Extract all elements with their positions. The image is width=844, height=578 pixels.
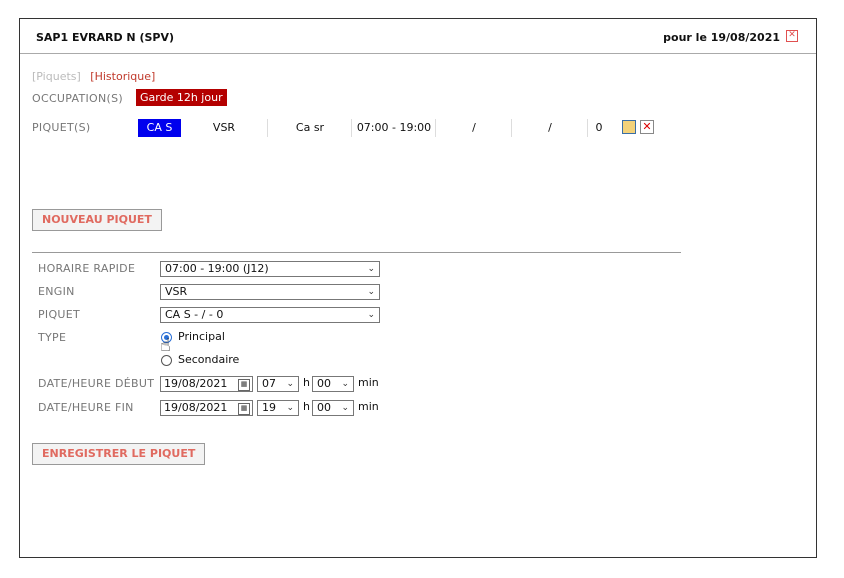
debut-date-value: 19/08/2021 [164,377,228,390]
engin-value: VSR [165,285,188,298]
piquet-slash-1: / [435,119,512,137]
date-label: pour le 19/08/2021 [663,31,780,44]
chevron-down-icon: ⌄ [341,403,349,413]
secondaire-label: Secondaire [178,353,240,366]
debut-hour-select[interactable]: 07 ⌄ [257,376,299,392]
debut-minute-select[interactable]: 00 ⌄ [312,376,354,392]
fin-date-input[interactable]: 19/08/2021 ▦ [160,400,253,416]
link-historique[interactable]: [Historique] [90,70,155,83]
nouveau-piquet-button[interactable]: NOUVEAU PIQUET [32,209,162,231]
horaire-label: HORAIRE RAPIDE [38,262,136,275]
hour-unit: h [303,400,310,413]
occupation-badge: Garde 12h jour [136,89,227,106]
enregistrer-piquet-button[interactable]: ENREGISTRER LE PIQUET [32,443,206,465]
piquet-select[interactable]: CA S - / - 0 ⌄ [160,307,380,323]
piquet-slash-2: / [511,119,588,137]
chevron-down-icon: ⌄ [341,379,349,389]
dialog-title: SAP1 EVRARD N (SPV) [36,31,175,44]
edit-icon[interactable] [622,120,636,134]
close-icon[interactable]: ✕ [786,30,798,42]
chevron-down-icon: ⌄ [367,287,375,297]
debut-hour-value: 07 [262,377,276,390]
minute-unit: min [358,376,379,389]
calendar-icon[interactable]: ▦ [238,379,250,391]
piquet-label: PIQUET [38,308,81,321]
calendar-icon[interactable]: ▦ [238,403,250,415]
debut-date-input[interactable]: 19/08/2021 ▦ [160,376,253,392]
piquet-count: 0 [587,119,610,137]
piquet-value: CA S - / - 0 [165,308,224,321]
chevron-down-icon: ⌄ [367,264,375,274]
engin-select[interactable]: VSR ⌄ [160,284,380,300]
fin-date-value: 19/08/2021 [164,401,228,414]
piquet-role: Ca sr [267,119,352,137]
hand-cursor-icon: ☝ [160,335,171,356]
occupation-label: OCCUPATION(S) [32,92,123,105]
piquet-hours: 07:00 - 19:00 [351,119,436,137]
horaire-select[interactable]: 07:00 - 19:00 (J12) ⌄ [160,261,380,277]
dialog-header: SAP1 EVRARD N (SPV) pour le 19/08/2021 ✕ [20,19,816,54]
chevron-down-icon: ⌄ [286,379,294,389]
fin-minute-select[interactable]: 00 ⌄ [312,400,354,416]
fin-hour-value: 19 [262,401,276,414]
fin-minute-value: 00 [317,401,331,414]
principal-label: Principal [178,330,225,343]
piquet-engin: VSR [212,121,236,134]
horaire-value: 07:00 - 19:00 (J12) [165,262,269,275]
hour-unit: h [303,376,310,389]
chevron-down-icon: ⌄ [367,310,375,320]
delete-icon[interactable]: ✕ [640,120,654,134]
link-piquets[interactable]: [Piquets] [32,70,81,83]
minute-unit: min [358,400,379,413]
type-label: TYPE [38,331,67,344]
piquets-label: PIQUET(S) [32,121,91,134]
nav-links: [Piquets] [Historique] [32,70,161,83]
piquet-dialog: SAP1 EVRARD N (SPV) pour le 19/08/2021 ✕… [19,18,817,558]
engin-label: ENGIN [38,285,75,298]
debut-minute-value: 00 [317,377,331,390]
piquet-cas[interactable]: CA S [138,119,181,137]
secondaire-radio[interactable] [161,355,172,366]
divider [32,252,681,253]
fin-label: DATE/HEURE FIN [38,401,134,414]
debut-label: DATE/HEURE DÉBUT [38,377,155,390]
fin-hour-select[interactable]: 19 ⌄ [257,400,299,416]
chevron-down-icon: ⌄ [286,403,294,413]
